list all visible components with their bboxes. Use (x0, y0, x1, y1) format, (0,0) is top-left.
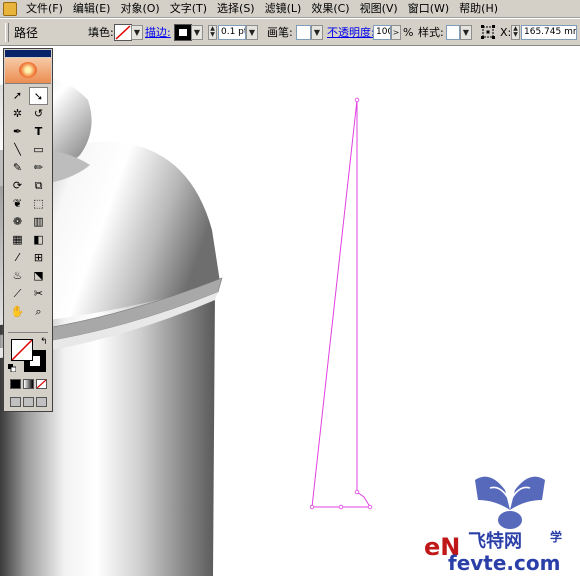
mesh-tool-icon[interactable]: ▦ (8, 231, 27, 249)
full-screen-menu-mode-icon[interactable] (23, 397, 34, 407)
live-paint-selection-tool-icon[interactable]: ⬔ (29, 267, 48, 285)
menu-view[interactable]: 视图(V) (355, 0, 403, 18)
pen-tool-icon[interactable]: ✒ (8, 123, 27, 141)
warp-tool-icon[interactable]: ❦ (8, 195, 27, 213)
gradient-mode-icon[interactable] (23, 379, 34, 389)
live-paint-bucket-tool-icon[interactable]: ♨ (8, 267, 27, 285)
anchor-point (354, 489, 360, 495)
brush-dropdown[interactable]: ▼ (311, 25, 323, 40)
style-field[interactable] (446, 25, 460, 40)
anchor-point (338, 504, 344, 510)
paintbrush-tool-icon[interactable]: ✎ (8, 159, 27, 177)
menu-type[interactable]: 文字(T) (165, 0, 212, 18)
hand-tool-icon[interactable]: ✋ (8, 303, 27, 321)
brush-label: 画笔: (267, 26, 293, 39)
anchor-point (367, 504, 373, 510)
tools-panel-titlebar[interactable] (5, 50, 51, 57)
opacity-label[interactable]: 不透明度: (327, 26, 375, 40)
type-tool-icon[interactable]: T (29, 123, 48, 141)
watermark-url: fevte.com (448, 551, 561, 575)
menu-effect[interactable]: 效果(C) (306, 0, 354, 18)
app-logo (5, 58, 51, 84)
pencil-tool-icon[interactable]: ✏ (29, 159, 48, 177)
selection-type-label: 路径 (14, 26, 39, 40)
free-transform-tool-icon[interactable]: ⬚ (29, 195, 48, 213)
standard-screen-mode-icon[interactable] (10, 397, 21, 407)
full-screen-mode-icon[interactable] (36, 397, 47, 407)
artboard-canvas[interactable] (0, 46, 580, 576)
symbol-sprayer-tool-icon[interactable]: ❁ (8, 213, 27, 231)
stroke-swatch[interactable] (174, 24, 192, 41)
stroke-label[interactable]: 描边: (145, 26, 171, 40)
fill-label: 填色: (88, 26, 114, 39)
fill-color-box[interactable] (11, 339, 33, 361)
stroke-weight-stepper[interactable]: ▲ ▼ (208, 25, 217, 40)
fill-dropdown[interactable]: ▼ (131, 25, 143, 40)
watermark-cn2: 学 (550, 530, 563, 544)
lasso-tool-icon[interactable]: ↺ (29, 105, 48, 123)
selected-path (311, 99, 371, 508)
opacity-unit: % (403, 26, 414, 39)
swap-fill-stroke-icon[interactable]: ↰ (40, 337, 48, 347)
menu-file[interactable]: 文件(F) (21, 0, 68, 18)
scissors-tool-icon[interactable]: ✂ (29, 285, 48, 303)
slice-tool-icon[interactable]: ⟋ (8, 285, 27, 303)
eyedropper-tool-icon[interactable]: ⁄ (8, 249, 27, 267)
menu-filter[interactable]: 滤镜(L) (260, 0, 307, 18)
color-mode-icon[interactable] (10, 379, 21, 389)
stroke-dropdown[interactable]: ▼ (191, 25, 203, 40)
selection-tool-icon[interactable]: ➚ (8, 87, 27, 105)
toolbar-grip[interactable] (5, 23, 9, 42)
x-label: X: (500, 26, 512, 39)
gradient-tool-icon[interactable]: ◧ (29, 231, 48, 249)
menu-window[interactable]: 窗口(W) (403, 0, 454, 18)
menu-object[interactable]: 对象(O) (115, 0, 164, 18)
anchor-point (354, 97, 360, 103)
none-mode-icon[interactable] (36, 379, 47, 389)
anchor-point (309, 504, 315, 510)
rectangle-tool-icon[interactable]: ▭ (29, 141, 48, 159)
x-stepper[interactable]: ▲ ▼ (511, 25, 520, 40)
tools-panel: ➚ ➘ ✲ ↺ ✒ T ╲ ▭ ✎ ✏ ⟳ ⧉ ❦ ⬚ ❁ ▥ ▦ ◧ ⁄ ⊞ … (3, 48, 53, 412)
blend-tool-icon[interactable]: ⊞ (29, 249, 48, 267)
app-icon[interactable] (3, 1, 17, 16)
stroke-weight-dropdown[interactable]: ▼ (246, 25, 258, 40)
default-colors-icon[interactable] (8, 362, 17, 373)
menu-bar: 文件(F) 编辑(E) 对象(O) 文字(T) 选择(S) 滤镜(L) 效果(C… (0, 0, 580, 18)
direct-selection-tool-icon[interactable]: ➘ (29, 87, 48, 105)
opacity-field[interactable]: 100 (373, 25, 391, 40)
flower-icon (19, 62, 37, 78)
fill-swatch[interactable] (114, 24, 132, 41)
reference-point-icon[interactable] (480, 24, 496, 41)
scale-tool-icon[interactable]: ⧉ (29, 177, 48, 195)
style-label: 样式: (418, 26, 444, 39)
control-bar: 路径 填色: ▼ 描边: ▼ ▲ ▼ 0.1 pt ▼ 画笔: ▼ 不透明度: 1… (0, 19, 580, 46)
x-field[interactable]: 165.745 mm (521, 25, 577, 40)
watermark-logo (475, 476, 545, 529)
opacity-dropdown[interactable]: > (391, 25, 401, 40)
watermark-cn: 飞特网 (468, 531, 522, 552)
magic-wand-tool-icon[interactable]: ✲ (8, 105, 27, 123)
menu-select[interactable]: 选择(S) (212, 0, 260, 18)
column-graph-tool-icon[interactable]: ▥ (29, 213, 48, 231)
rotate-tool-icon[interactable]: ⟳ (8, 177, 27, 195)
toolbox-divider (8, 332, 48, 333)
style-dropdown[interactable]: ▼ (460, 25, 472, 40)
zoom-tool-icon[interactable]: ⌕ (29, 303, 48, 321)
stroke-weight-field[interactable]: 0.1 pt (218, 25, 246, 40)
brush-field[interactable] (296, 25, 311, 40)
line-segment-tool-icon[interactable]: ╲ (8, 141, 27, 159)
menu-edit[interactable]: 编辑(E) (68, 0, 116, 18)
menu-help[interactable]: 帮助(H) (454, 0, 503, 18)
